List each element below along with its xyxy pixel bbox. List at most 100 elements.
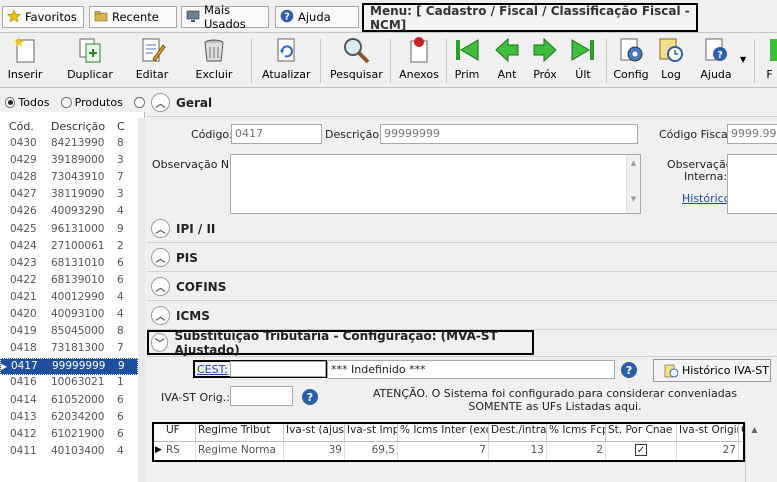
list-item[interactable]: 0430 84213990 8: [0, 136, 138, 153]
section-cofins-header[interactable]: ︿ COFINS: [147, 273, 777, 300]
atualizar-button[interactable]: Atualizar: [262, 35, 311, 87]
descricao-field[interactable]: 99999999: [380, 124, 638, 144]
list-header: Cód. Descrição C: [0, 118, 138, 134]
excluir-button[interactable]: Excluir: [192, 35, 236, 87]
col-cod-header[interactable]: Cód.: [9, 120, 34, 133]
grid-cell-st-por-cnae[interactable]: ✓: [606, 442, 677, 460]
section-ipi-header[interactable]: ︿ IPI / II: [147, 215, 777, 242]
grid-column-header[interactable]: Dest./intra: [489, 424, 547, 441]
section-st-header[interactable]: ﹀ Substituição Tributária - Configuração…: [147, 329, 534, 357]
list-item-cod: 0425: [10, 222, 37, 235]
section-geral-header[interactable]: ︿ Geral: [147, 89, 777, 116]
tab-ajuda[interactable]: ? Ajuda: [275, 6, 359, 28]
list-item[interactable]: 0424 27100061 2: [0, 239, 138, 256]
list-item[interactable]: 0420 40093100 4: [0, 307, 138, 324]
grid-cell-regime[interactable]: Regime Norma: [196, 442, 284, 460]
ant-button[interactable]: Ant: [492, 35, 522, 87]
inserir-button[interactable]: Inserir: [2, 35, 48, 87]
list-item-cod: 0420: [10, 308, 37, 320]
iva-st-help-icon[interactable]: ?: [302, 389, 318, 405]
list-item[interactable]: 0413 62034200 6: [0, 410, 138, 427]
list-item[interactable]: 0421 40012990 4: [0, 290, 138, 307]
editar-button[interactable]: Editar: [130, 35, 174, 87]
extra-button[interactable]: F: [762, 35, 777, 87]
grid-scrollbar[interactable]: ▲: [745, 423, 763, 482]
grid-column-header[interactable]: Iva-st Imp: [345, 424, 398, 441]
list-item[interactable]: 0423 68131010 6: [0, 256, 138, 273]
duplicar-button[interactable]: Duplicar: [64, 35, 116, 87]
list-item[interactable]: 0419 85045000 8: [0, 324, 138, 341]
radio-other[interactable]: [134, 96, 145, 108]
prox-button[interactable]: Próx: [530, 35, 560, 87]
grid-column-header[interactable]: Iva-st Origin: [677, 424, 739, 441]
list-item[interactable]: 0418 73181300 7: [0, 341, 138, 358]
grid-column-header[interactable]: Regime Tribut: [196, 424, 284, 441]
radio-produtos[interactable]: [61, 96, 72, 108]
tab-favoritos[interactable]: Favoritos: [2, 6, 84, 28]
obs-nf-scrollbar[interactable]: ▲ ▼: [626, 155, 640, 213]
list-scrollbar[interactable]: [138, 118, 145, 482]
scroll-up-icon[interactable]: ▲: [746, 425, 763, 434]
grid-cell-iva-ajustado[interactable]: 39: [284, 442, 345, 460]
codigo-field[interactable]: 0417: [231, 124, 322, 144]
grid-cell-icms-fcp[interactable]: 2: [547, 442, 606, 460]
list-item[interactable]: 0427 38119090 3: [0, 187, 138, 204]
grid-column-header[interactable]: UF: [164, 424, 196, 441]
section-icms-header[interactable]: ︿ ICMS: [147, 302, 777, 329]
grid-cell-iva-origin[interactable]: 27: [677, 442, 739, 460]
col-desc-header[interactable]: Descrição: [51, 120, 105, 133]
col-extra-header[interactable]: C: [117, 120, 125, 133]
cest-help-icon[interactable]: ?: [621, 362, 637, 378]
ajuda-dropdown-arrow-icon[interactable]: ▼: [740, 55, 746, 64]
cest-field[interactable]: [230, 361, 326, 377]
tab-recente[interactable]: Recente: [89, 6, 177, 28]
historico-link[interactable]: Histórico: [682, 192, 730, 205]
chevron-up-icon[interactable]: ︿: [151, 219, 170, 238]
obs-nf-textarea[interactable]: ▲ ▼: [230, 154, 641, 214]
cest-link[interactable]: CEST:: [197, 363, 228, 376]
section-pis-header[interactable]: ︿ PIS: [147, 244, 777, 271]
config-button[interactable]: Config: [612, 35, 650, 87]
list-item[interactable]: 0414 61052000 6: [0, 393, 138, 410]
historico-iva-st-button[interactable]: Histórico IVA-ST: [653, 359, 771, 382]
scroll-up-icon[interactable]: ▲: [627, 159, 640, 167]
list-item[interactable]: 0412 61021900 6: [0, 427, 138, 444]
grid-cell-icms-inter[interactable]: 7: [398, 442, 489, 460]
log-label: Log: [661, 68, 681, 81]
config-label: Config: [613, 68, 649, 81]
pesquisar-button[interactable]: Pesquisar: [330, 35, 383, 87]
list-item[interactable]: 0428 73043910 7: [0, 170, 138, 187]
list-item[interactable]: 0425 96131000 9: [0, 222, 138, 239]
log-button[interactable]: Log: [654, 35, 688, 87]
list-item[interactable]: 0426 40093290 4: [0, 204, 138, 221]
iva-st-orig-field[interactable]: [230, 386, 293, 406]
list-item[interactable]: 0422 68139010 6: [0, 273, 138, 290]
grid-column-header[interactable]: % Icms Fcp: [547, 424, 606, 441]
grid-cell-uf[interactable]: RS: [164, 442, 196, 460]
list-item[interactable]: 0411 40103400 4: [0, 444, 138, 461]
chevron-up-icon[interactable]: ︿: [151, 306, 170, 325]
chevron-down-icon[interactable]: ﹀: [151, 333, 169, 352]
codigo-fiscal-field[interactable]: 9999.99.9: [727, 124, 777, 144]
anexos-button[interactable]: Anexos: [398, 35, 440, 87]
ajuda-button[interactable]: ? Ajuda: [696, 35, 736, 87]
obs-interna-textarea[interactable]: [727, 154, 777, 214]
list-item[interactable]: 0416 10063021 1: [0, 375, 138, 392]
chevron-up-icon[interactable]: ︿: [151, 277, 170, 296]
grid-cell-dest-intra[interactable]: 13: [489, 442, 547, 460]
tab-mais-usados[interactable]: Mais Usados: [181, 3, 269, 31]
scroll-down-icon[interactable]: ▼: [627, 195, 640, 203]
st-por-cnae-checkbox[interactable]: ✓: [635, 444, 647, 456]
grid-column-header[interactable]: Iva-st (ajustad: [284, 424, 345, 441]
grid-cell-iva-imp[interactable]: 69,5: [345, 442, 398, 460]
editar-label: Editar: [135, 68, 169, 81]
ult-button[interactable]: Últ: [568, 35, 598, 87]
grid-column-header[interactable]: St. Por Cnae: [606, 424, 677, 441]
chevron-up-icon[interactable]: ︿: [151, 248, 170, 267]
chevron-up-icon[interactable]: ︿: [151, 93, 170, 112]
prim-button[interactable]: Prim: [452, 35, 482, 87]
grid-column-header[interactable]: % Icms Inter (exce: [398, 424, 489, 441]
radio-todos[interactable]: [4, 96, 16, 108]
list-item[interactable]: 0429 39189000 3: [0, 153, 138, 170]
list-item[interactable]: 0417 99999999 9 ▶: [0, 358, 138, 376]
